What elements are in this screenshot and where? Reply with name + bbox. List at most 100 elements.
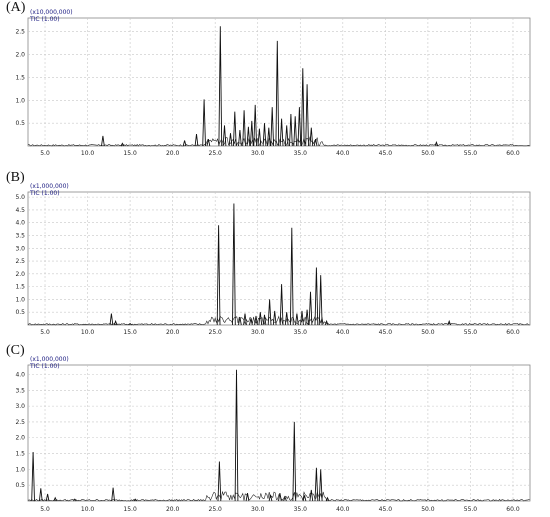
series-label: TIC (1.00) [29,16,60,23]
chromatogram-peak [234,369,239,502]
x-tick-label: 25.0 [209,150,223,157]
chromatogram-peak [270,107,275,147]
chromatogram-peak [305,84,309,147]
x-tick-label: 60.0 [506,506,520,513]
y-tick-label: 1.0 [15,97,25,104]
chromatogram-panel-a: (A) 5.0 10.0 15.0 20.0 25.0 30.0 35.0 40.0 45.0 5… [0,0,550,170]
y-scale-label: (x1,000,000) [30,183,69,190]
x-tick-label: 25.0 [209,506,223,513]
chromatogram-peak [309,127,314,147]
y-tick-label: 2.5 [15,258,25,265]
x-tick-label: 15.0 [123,506,137,513]
chromatogram-peak [216,225,221,326]
series-label: TIC (1.00) [29,190,60,197]
x-tick-label: 10.0 [81,506,95,513]
x-tick-label: 40.0 [336,150,350,157]
chromatogram-peak [289,113,293,147]
baseline-trace [27,315,530,326]
plot-frame [27,17,531,147]
x-tick-label: 50.0 [421,150,435,157]
chromatogram-peak [249,318,253,326]
y-tick-label: 1.5 [15,284,25,291]
y-tick-label: 3.0 [15,403,25,410]
x-tick-label: 35.0 [294,150,308,157]
y-tick-label: 4.0 [15,371,25,378]
chromatogram-peak [300,68,305,147]
chromatogram-peak [245,493,250,502]
x-tick-label: 55.0 [464,150,478,157]
y-tick-label: 1.0 [15,466,25,473]
y-tick-label: 0.5 [15,120,25,127]
chromatogram-c: 5.0 10.0 15.0 20.0 25.0 30.0 35.0 40.0 45.0 50.0 5… [15,356,531,513]
chromatogram-peak [284,312,289,326]
x-tick-label: 20.0 [166,329,180,336]
chromatogram-peak [314,267,319,326]
y-tick-label: 2.5 [15,419,25,426]
x-tick-label: 40.0 [336,329,350,336]
chromatogram-peak [202,99,206,147]
chromatogram-a: 5.0 10.0 15.0 20.0 25.0 30.0 35.0 40.0 45.0 50.0 5… [15,9,531,157]
chromatogram-peak [275,40,280,147]
y-tick-label: 2.5 [15,29,25,36]
y-tick-label: 4.0 [15,220,25,227]
chromatogram-peak [238,129,242,147]
chromatogram-panel-b: (B) 5.0 10.0 15.0 20.0 25.0 30.0 35.0 40.0 45.0 5… [0,170,550,343]
chromatogram-peak [300,310,304,326]
x-tick-label: 35.0 [294,329,308,336]
plot-frame [27,191,531,326]
y-tick-label: 3.5 [15,387,25,394]
x-tick-label: 30.0 [251,329,265,336]
series-label: TIC (1.00) [29,363,60,370]
chromatogram-peak [38,488,43,502]
y-tick-label: 2.0 [15,52,25,59]
chromatogram-peak [272,310,277,326]
chromatogram-peak [292,421,297,502]
chromatogram-panel-c: (C) 5.0 10.0 15.0 20.0 25.0 30.0 35.0 40.0 45.0 5… [0,343,550,517]
x-tick-label: 20.0 [166,506,180,513]
y-tick-label: 1.5 [15,74,25,81]
chromatogram-peak [228,133,233,147]
x-tick-label: 55.0 [464,506,478,513]
chromatogram-peak [109,313,114,326]
chromatogram-peak [242,110,246,147]
y-tick-label: 3.5 [15,232,25,239]
x-tick-label: 5.0 [40,329,50,336]
chromatogram-peak [309,489,314,502]
chromatogram-peak [218,26,223,147]
x-tick-label: 15.0 [123,329,137,336]
chromatogram-peak [266,127,271,147]
chromatogram-peak [289,227,294,326]
chromatogram-peak [257,128,262,147]
x-tick-label: 35.0 [294,506,308,513]
chromatogram-peak [101,135,105,147]
chromatogram-peak [111,487,115,502]
chromatogram-peak [182,140,187,147]
chromatogram-peak [284,125,289,147]
x-tick-label: 5.0 [40,150,50,157]
x-tick-label: 30.0 [251,506,265,513]
plot-frame [27,364,531,502]
x-tick-label: 5.0 [40,506,50,513]
x-tick-label: 45.0 [379,506,393,513]
y-tick-label: 3.0 [15,245,25,252]
y-tick-label: 2.0 [15,435,25,442]
chromatogram-peak [217,461,222,502]
chromatogram-peak [434,141,439,147]
x-tick-label: 20.0 [166,150,180,157]
x-tick-label: 30.0 [251,150,265,157]
y-tick-label: 5.0 [15,194,25,201]
x-tick-label: 10.0 [81,329,95,336]
y-tick-label: 2.0 [15,271,25,278]
x-tick-label: 15.0 [123,150,137,157]
y-scale-label: (x10,000,000) [30,9,73,16]
chromatogram-peak [262,123,267,147]
chromatogram-peak [318,275,323,326]
x-tick-label: 45.0 [379,150,393,157]
x-tick-label: 55.0 [464,329,478,336]
y-tick-label: 1.5 [15,451,25,458]
x-tick-label: 40.0 [336,506,350,513]
chromatogram-peak [254,315,258,326]
x-tick-label: 50.0 [421,329,435,336]
chromatogram-peak [246,126,251,147]
chromatogram-peak [222,125,227,147]
